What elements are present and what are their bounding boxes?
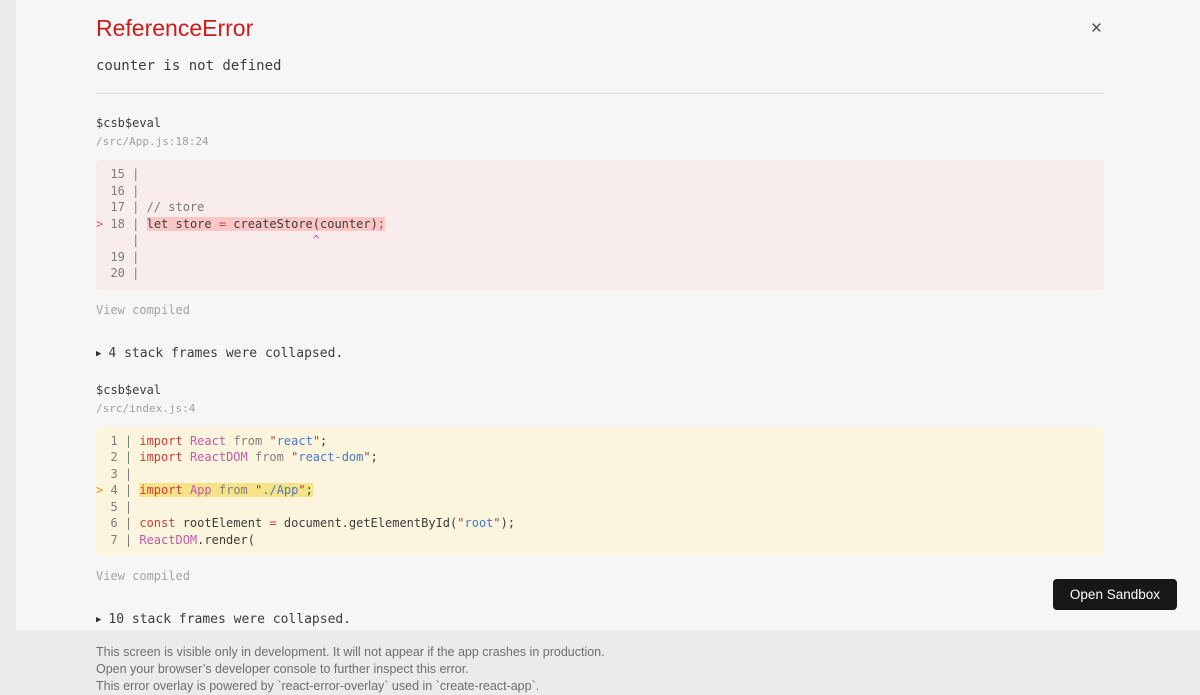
code-line: 6 | const rootElement = document.getElem… [96, 515, 1104, 532]
footer-note: This screen is visible only in developme… [96, 644, 1104, 695]
chevron-right-icon: ▶ [96, 349, 101, 359]
code-line: 19 | [96, 249, 1104, 266]
frame-file-location: /src/App.js:18:24 [96, 135, 1104, 148]
code-line: > 4 | import App from "./App"; [96, 482, 1104, 499]
error-overlay-content: ReferenceError × counter is not defined … [16, 0, 1200, 695]
code-line: 16 | [96, 183, 1104, 200]
overlay-header: ReferenceError × [96, 13, 1104, 42]
frame-file-location: /src/index.js:4 [96, 402, 1104, 415]
code-line: | ^ [96, 232, 1104, 249]
footer-line: This error overlay is powered by `react-… [96, 678, 1104, 695]
close-icon[interactable]: × [1085, 15, 1108, 42]
view-compiled-link[interactable]: View compiled [96, 569, 190, 583]
code-line: 3 | [96, 466, 1104, 483]
code-line: > 18 | let store = createStore(counter); [96, 216, 1104, 233]
code-line: 5 | [96, 499, 1104, 516]
error-highlight: import App from "./App"; [139, 483, 312, 497]
chevron-right-icon: ▶ [96, 615, 101, 625]
error-overlay: ReferenceError × counter is not defined … [16, 0, 1200, 630]
frame-function-name: $csb$eval [96, 116, 1104, 130]
code-frame: 1 | import React from "react"; 2 | impor… [96, 427, 1104, 557]
footer-line: This screen is visible only in developme… [96, 644, 1104, 661]
divider [96, 93, 1104, 94]
stack-frame-index: $csb$eval /src/index.js:4 1 | import Rea… [96, 383, 1104, 586]
code-line: 17 | // store [96, 199, 1104, 216]
frame-function-name: $csb$eval [96, 383, 1104, 397]
stack-frame-app: $csb$eval /src/App.js:18:24 15 | 16 | 17… [96, 116, 1104, 319]
open-sandbox-button[interactable]: Open Sandbox [1053, 579, 1177, 610]
code-line: 15 | [96, 166, 1104, 183]
view-compiled-link[interactable]: View compiled [96, 303, 190, 317]
collapsed-frames-toggle[interactable]: ▶ 10 stack frames were collapsed. [96, 612, 1104, 627]
code-line: 7 | ReactDOM.render( [96, 532, 1104, 549]
error-highlight: let store = createStore(counter); [147, 217, 385, 231]
error-message: counter is not defined [96, 58, 1104, 74]
code-line: 2 | import ReactDOM from "react-dom"; [96, 449, 1104, 466]
footer-line: Open your browser’s developer console to… [96, 661, 1104, 678]
error-title: ReferenceError [96, 13, 253, 42]
collapsed-frames-label: 4 stack frames were collapsed. [108, 346, 343, 361]
code-frame: 15 | 16 | 17 | // store> 18 | let store … [96, 160, 1104, 290]
collapsed-frames-label: 10 stack frames were collapsed. [108, 612, 351, 627]
code-line: 1 | import React from "react"; [96, 433, 1104, 450]
collapsed-frames-toggle[interactable]: ▶ 4 stack frames were collapsed. [96, 346, 1104, 361]
code-line: 20 | [96, 265, 1104, 282]
